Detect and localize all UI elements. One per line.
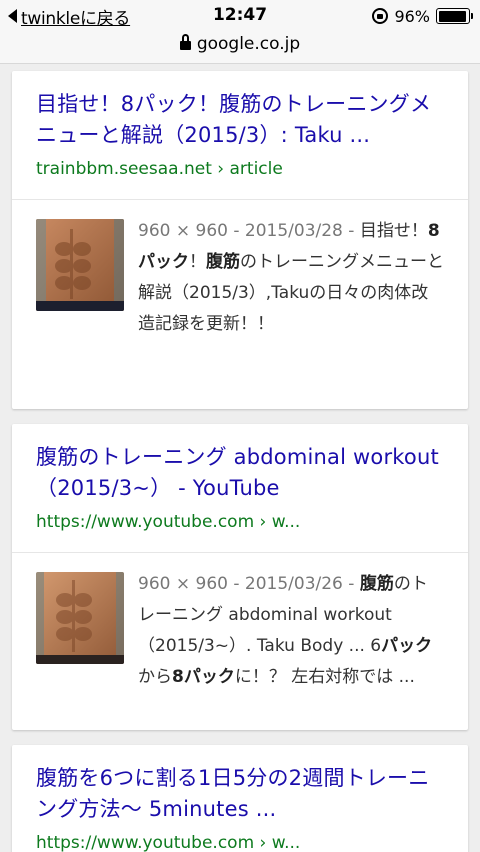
result-title-link[interactable]: 腹筋のトレーニング abdominal workout（2015/3~） - Y… <box>36 442 444 504</box>
snippet-keyword: パック <box>381 636 433 656</box>
snippet-keyword: 8パック <box>172 667 235 687</box>
result-title-link[interactable]: 目指せ！8パック！腹筋のトレーニングメニューと解説（2015/3）: Taku … <box>36 89 444 151</box>
status-bar: twinkleに戻る 12:47 96% <box>0 0 480 30</box>
abs-photo-icon <box>36 572 124 664</box>
snippet-keyword: 腹筋 <box>359 574 394 594</box>
browser-top-bar: twinkleに戻る 12:47 96% google.co.jp <box>0 0 480 64</box>
battery-level-fill <box>438 10 467 22</box>
result-url[interactable]: https://www.youtube.com › w... <box>36 831 444 852</box>
battery-percent: 96% <box>394 6 430 26</box>
result-thumbnail[interactable] <box>36 219 124 311</box>
result-title-link[interactable]: 腹筋を6つに割る1日5分の2週間トレーニング方法〜 5minutes ... <box>36 763 444 825</box>
abs-photo-icon <box>36 219 124 311</box>
result-url[interactable]: trainbbm.seesaa.net › article <box>36 157 444 181</box>
snippet-text: ！ <box>189 252 206 272</box>
status-right-group: 96% <box>372 5 473 27</box>
address-domain: google.co.jp <box>196 34 301 54</box>
snippet-text: から <box>138 667 172 687</box>
address-bar[interactable]: google.co.jp <box>0 32 480 56</box>
result-snippet: 960 × 960 - 2015/03/26 - 腹筋のトレーニング abdom… <box>138 569 444 693</box>
lock-icon <box>179 34 191 52</box>
snippet-keyword: 腹筋 <box>206 252 240 272</box>
result-thumbnail[interactable] <box>36 572 124 664</box>
battery-icon <box>436 8 473 24</box>
result-snippet: 960 × 960 - 2015/03/28 - 目指せ！8パック！腹筋のトレー… <box>138 216 444 340</box>
search-result-card: 目指せ！8パック！腹筋のトレーニングメニューと解説（2015/3）: Taku … <box>12 71 468 409</box>
result-image-meta: 960 × 960 - 2015/03/26 - <box>138 574 360 594</box>
snippet-text: 目指せ！ <box>359 221 428 241</box>
result-image-meta: 960 × 960 - 2015/03/28 - <box>138 221 360 241</box>
snippet-text: に！？ 左右対称では ... <box>234 667 415 687</box>
result-url[interactable]: https://www.youtube.com › w... <box>36 510 444 534</box>
search-result-card: 腹筋を6つに割る1日5分の2週間トレーニング方法〜 5minutes ... h… <box>12 745 468 852</box>
search-result-card: 腹筋のトレーニング abdominal workout（2015/3~） - Y… <box>12 424 468 730</box>
rotation-lock-icon <box>372 8 389 24</box>
